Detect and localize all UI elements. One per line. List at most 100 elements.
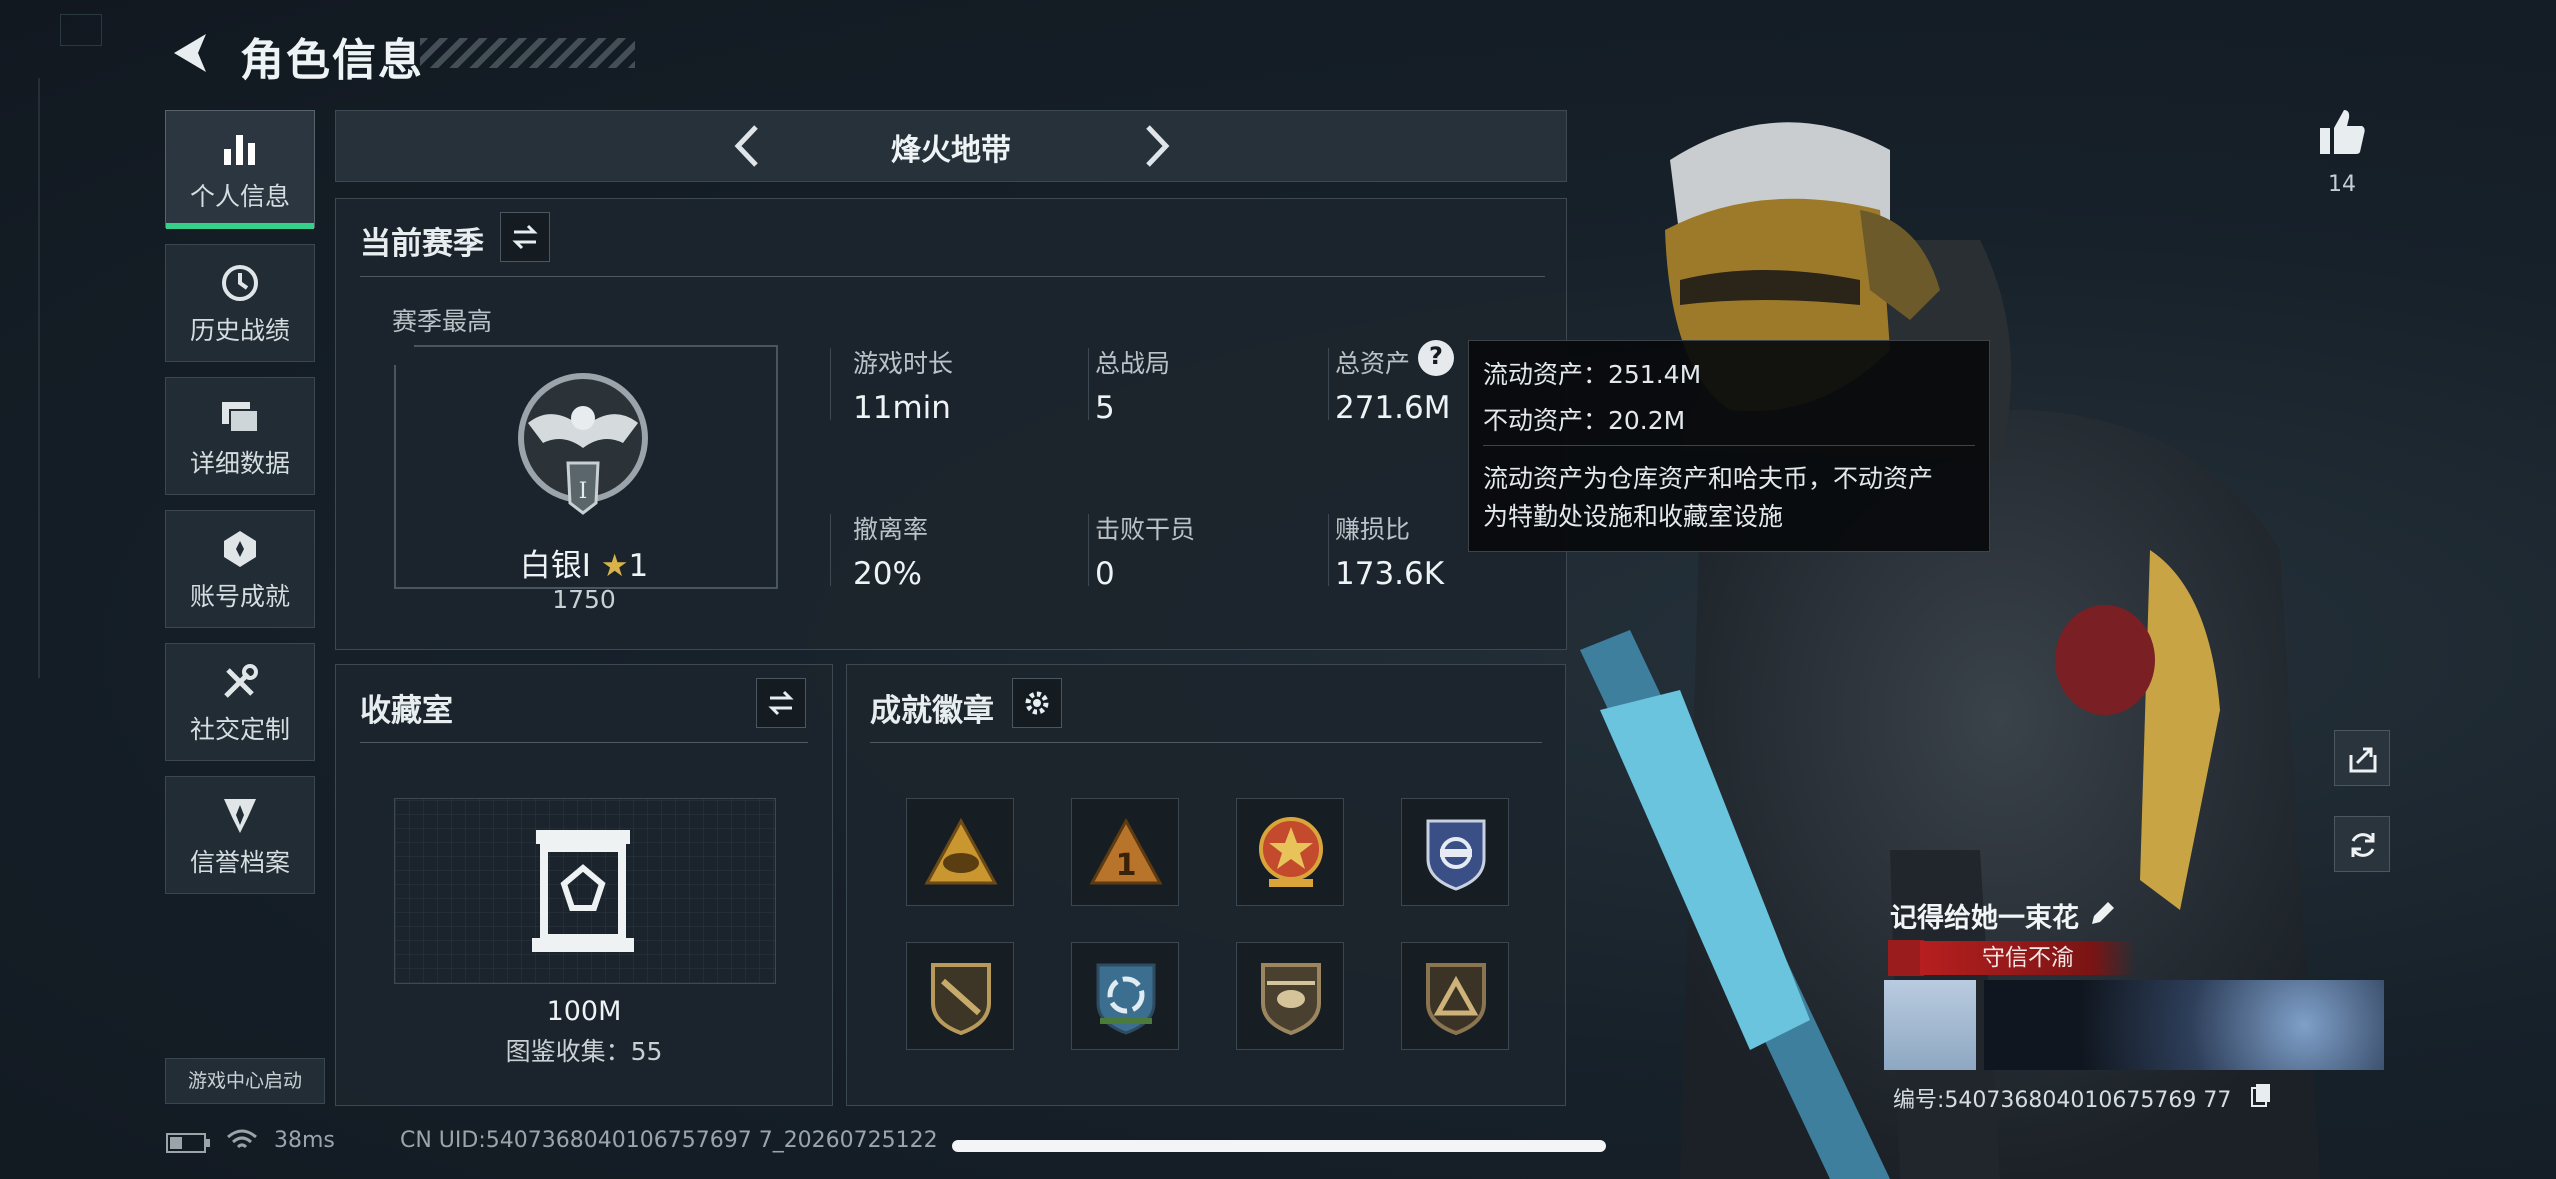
share-icon — [2349, 747, 2377, 773]
stat-value: 20% — [853, 556, 922, 592]
stat-label: 游戏时长 — [853, 349, 954, 378]
badge-rifle-shield-icon — [931, 963, 991, 1036]
sidebar-item-label: 历史战绩 — [189, 316, 290, 345]
refresh-icon — [2351, 833, 2375, 857]
help-icon[interactable]: ? — [1418, 340, 1454, 376]
collection-count: 图鉴收集：55 — [505, 1037, 663, 1066]
sidebar-item-credit-profile[interactable]: 信誉档案 — [165, 776, 315, 894]
stat-value: 173.6K — [1335, 556, 1445, 592]
asset-tooltip: 流动资产：251.4M 不动资产：20.2M 流动资产为仓库资产和哈夫币，不动资… — [1468, 340, 1990, 552]
thumbs-up-icon[interactable] — [2316, 106, 2368, 158]
tooltip-liquid-assets: 流动资产：251.4M — [1483, 360, 1702, 389]
star-icon: ★ — [600, 548, 629, 584]
decor-frame — [60, 14, 102, 46]
refresh-button[interactable] — [2334, 816, 2390, 872]
badge-number-one-icon: 1 — [1089, 817, 1163, 885]
vault-display-icon — [532, 830, 634, 952]
chevron-right-icon[interactable] — [1136, 123, 1176, 169]
sidebar-item-label: 详细数据 — [189, 449, 290, 478]
player-name: 记得给她一束花 — [1890, 896, 2079, 935]
badge-slot[interactable] — [1401, 798, 1509, 906]
tooltip-fixed-assets: 不动资产：20.2M — [1483, 406, 1686, 435]
stat-value: 11min — [853, 390, 951, 426]
sidebar-item-label: 账号成就 — [189, 582, 290, 611]
sidebar-item-label: 社交定制 — [189, 715, 290, 744]
badge-blue-shield-icon — [1426, 819, 1486, 891]
divider — [1483, 445, 1975, 446]
stat-label: 总资产 — [1335, 349, 1411, 378]
player-uid: 编号:540736804010675769 77 — [1893, 1082, 2231, 1114]
divider — [830, 514, 831, 586]
rank-level: 1 — [628, 548, 649, 584]
sidebar-item-personal-info[interactable]: 个人信息 — [165, 110, 315, 229]
divider — [1328, 348, 1329, 420]
swap-icon — [512, 224, 538, 250]
page-title: 角色信息 — [240, 35, 424, 86]
mode-selector: 烽火地带 — [335, 110, 1567, 182]
tooltip-desc-line2: 为特勤处设施和收藏室设施 — [1483, 502, 1784, 531]
game-center-launch-button[interactable]: 游戏中心启动 — [165, 1058, 325, 1104]
badges-title: 成就徽章 — [870, 693, 994, 729]
edit-pencil-icon[interactable] — [2088, 900, 2116, 928]
badge-helmet-icon — [924, 817, 998, 885]
status-uid: CN UID:5407368040106757697 7_20260725122 — [400, 1128, 938, 1153]
rank-name: 白银I — [519, 548, 591, 584]
badges-settings-button[interactable] — [1012, 678, 1062, 728]
tools-icon — [224, 664, 258, 698]
season-switch-button[interactable] — [500, 212, 550, 262]
divider — [360, 742, 808, 743]
gear-icon — [1025, 691, 1049, 715]
stat-value: 271.6M — [1335, 390, 1451, 426]
sidebar-item-history[interactable]: 历史战绩 — [165, 244, 315, 362]
badge-slot[interactable] — [906, 798, 1014, 906]
season-title: 当前赛季 — [360, 226, 484, 262]
achievement-icon — [224, 531, 256, 567]
badge-mountain-shield-icon — [1426, 963, 1486, 1036]
badge-slot[interactable] — [1236, 798, 1344, 906]
badge-slot[interactable] — [1071, 942, 1179, 1050]
like-count: 14 — [2328, 172, 2356, 197]
clock-history-icon — [222, 265, 258, 301]
title-decoration — [420, 38, 635, 68]
avatar[interactable] — [1884, 980, 1976, 1070]
collection-title: 收藏室 — [360, 693, 453, 729]
badge-slot[interactable] — [1401, 942, 1509, 1050]
share-button[interactable] — [2334, 730, 2390, 786]
divider — [360, 276, 1545, 277]
badge-slot[interactable] — [906, 942, 1014, 1050]
svg-text:1: 1 — [1116, 848, 1137, 883]
rank-score: 1750 — [552, 585, 616, 614]
decor-frame — [38, 78, 40, 678]
credit-tag: 守信不渝 — [1920, 941, 2136, 975]
collection-switch-button[interactable] — [756, 678, 806, 728]
badge-slot[interactable]: 1 — [1071, 798, 1179, 906]
battery-icon — [166, 1133, 210, 1153]
copy-icon[interactable] — [2250, 1082, 2272, 1108]
tooltip-desc-line1: 流动资产为仓库资产和哈夫币，不动资产 — [1483, 464, 1934, 493]
badge-star-medal-icon — [1259, 817, 1323, 887]
sidebar-item-achievements[interactable]: 账号成就 — [165, 510, 315, 628]
player-uid-text: 编号:540736804010675769 77 — [1893, 1088, 2232, 1113]
launch-label: 游戏中心启动 — [187, 1070, 302, 1092]
rank-emblem-icon: I — [518, 373, 648, 515]
sidebar-item-social-custom[interactable]: 社交定制 — [165, 643, 315, 761]
divider — [1088, 348, 1089, 420]
home-indicator[interactable] — [952, 1140, 1606, 1152]
player-name-text: 记得给她一束花 — [1890, 903, 2079, 934]
badge-slot[interactable] — [1236, 942, 1344, 1050]
stat-value: 0 — [1095, 556, 1115, 592]
credit-tag-icon — [1888, 940, 1924, 976]
ping-indicator: 38ms — [274, 1128, 335, 1153]
bar-chart-icon — [224, 135, 255, 165]
stat-label: 撤离率 — [853, 515, 929, 544]
divider — [870, 742, 1542, 743]
stat-value: 5 — [1095, 390, 1115, 426]
sidebar-item-detailed-data[interactable]: 详细数据 — [165, 377, 315, 495]
profile-banner — [1984, 980, 2384, 1070]
sidebar-item-label: 信誉档案 — [189, 848, 290, 877]
collection-value: 100M — [546, 996, 622, 1027]
stat-label: 击败干员 — [1095, 515, 1196, 544]
sidebar-item-label: 个人信息 — [189, 182, 290, 211]
credit-shield-icon — [224, 799, 256, 833]
back-arrow-icon[interactable] — [168, 30, 214, 76]
